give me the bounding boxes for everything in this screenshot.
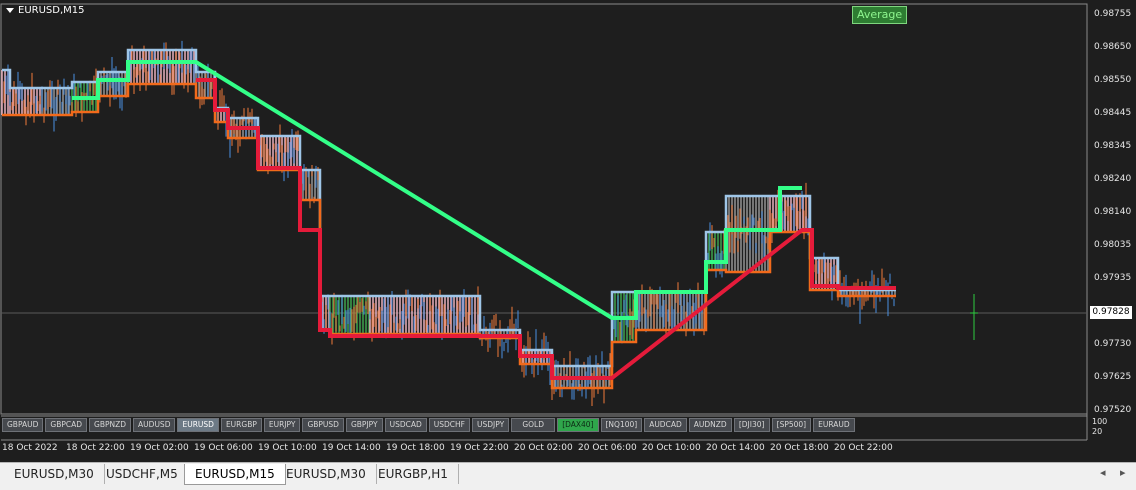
price-chart[interactable] (0, 0, 1136, 462)
symbol-button-gbpnzd[interactable]: GBPNZD (89, 418, 132, 432)
symbol-button-audusd[interactable]: AUDUSD (133, 418, 176, 432)
price-axis-label: 0.98140 (1094, 207, 1132, 217)
price-axis-label: 0.97625 (1094, 372, 1132, 382)
price-axis-label: 0.98550 (1094, 75, 1132, 85)
time-axis-label: 19 Oct 18:00 (386, 443, 445, 453)
symbol-button-usdchf[interactable]: USDCHF (428, 418, 470, 432)
symbol-button-dji30[interactable]: [DJI30] (733, 418, 770, 432)
time-axis-label: 20 Oct 22:00 (834, 443, 893, 453)
symbol-button-gbpaud[interactable]: GBPAUD (2, 418, 44, 432)
time-axis-label: 20 Oct 14:00 (706, 443, 765, 453)
time-axis-label: 19 Oct 10:00 (258, 443, 317, 453)
time-axis-label: 20 Oct 02:00 (514, 443, 573, 453)
chart-tab[interactable]: USDCHF,M5 (96, 464, 189, 484)
price-axis-label: 0.97520 (1094, 405, 1132, 415)
time-axis-label: 20 Oct 06:00 (578, 443, 637, 453)
time-axis-label: 20 Oct 10:00 (642, 443, 701, 453)
chart-tab[interactable]: EURUSD,M30 (276, 464, 377, 484)
time-axis-label: 19 Oct 02:00 (130, 443, 189, 453)
average-line-bull (72, 60, 802, 320)
price-axis-label: 0.98445 (1094, 108, 1132, 118)
scroll-left-icon[interactable]: ◂ (1100, 466, 1106, 479)
symbol-button-dax40[interactable]: [DAX40] (557, 418, 599, 432)
average-button[interactable]: Average (852, 6, 908, 24)
time-axis-label: 19 Oct 14:00 (322, 443, 381, 453)
chart-window[interactable]: EURUSD,M15 Average 0.98755 0.98650 0.98550… (0, 0, 1136, 462)
subwindow-min-label: 20 (1092, 427, 1103, 436)
current-price-tag: 0.97828 (1090, 306, 1132, 319)
collapse-triangle-icon[interactable] (6, 8, 14, 13)
chart-title: EURUSD,M15 (6, 5, 84, 16)
symbol-button-gbpjpy[interactable]: GBPJPY (345, 418, 383, 432)
symbol-button-euraud[interactable]: EURAUD (813, 418, 855, 432)
time-axis-label: 19 Oct 22:00 (450, 443, 509, 453)
symbol-button-usdcad[interactable]: USDCAD (384, 418, 427, 432)
price-axis-label: 0.98650 (1094, 42, 1132, 52)
symbol-button-eurgbp[interactable]: EURGBP (220, 418, 262, 432)
symbol-button-bar: GBPAUD GBPCAD GBPNZD AUDUSD EURUSD EURGBP EURJ… (2, 418, 855, 432)
price-axis-label: 0.98755 (1094, 9, 1132, 19)
subwindow-max-label: 100 (1092, 417, 1108, 426)
symbol-button-eurjpy[interactable]: EURJPY (263, 418, 301, 432)
time-axis-label: 18 Oct 22:00 (66, 443, 125, 453)
price-axis-label: 0.98240 (1094, 174, 1132, 184)
symbol-button-nq100[interactable]: [NQ100] (600, 418, 643, 432)
chart-tab[interactable]: EURUSD,M15 (184, 464, 286, 485)
scroll-right-icon[interactable]: ▸ (1120, 466, 1126, 479)
chart-tab[interactable]: EURUSD,M30 (4, 464, 105, 484)
chart-tab[interactable]: EURGBP,H1 (368, 464, 459, 484)
symbol-button-gbpcad[interactable]: GBPCAD (45, 418, 88, 432)
price-axis-label: 0.97730 (1094, 339, 1132, 349)
price-axis-label: 0.98035 (1094, 240, 1132, 250)
symbol-button-gbpusd[interactable]: GBPUSD (302, 418, 344, 432)
symbol-button-gold[interactable]: GOLD (511, 418, 556, 432)
chart-title-label: EURUSD,M15 (18, 5, 85, 16)
time-axis-label: 19 Oct 06:00 (194, 443, 253, 453)
symbol-button-sp500[interactable]: [SP500] (771, 418, 812, 432)
symbol-button-audcad[interactable]: AUDCAD (644, 418, 687, 432)
symbol-button-eurusd[interactable]: EURUSD (177, 418, 219, 432)
time-axis-label: 18 Oct 2022 (2, 443, 58, 453)
time-axis-label: 20 Oct 18:00 (770, 443, 829, 453)
symbol-button-usdjpy[interactable]: USDJPY (472, 418, 510, 432)
price-axis-label: 0.98345 (1094, 141, 1132, 151)
chart-tab-bar: EURUSD,M30 USDCHF,M5 EURUSD,M15 EURUSD,M30 E… (0, 462, 1136, 490)
price-axis-label: 0.97935 (1094, 273, 1132, 283)
symbol-button-audnzd[interactable]: AUDNZD (688, 418, 732, 432)
